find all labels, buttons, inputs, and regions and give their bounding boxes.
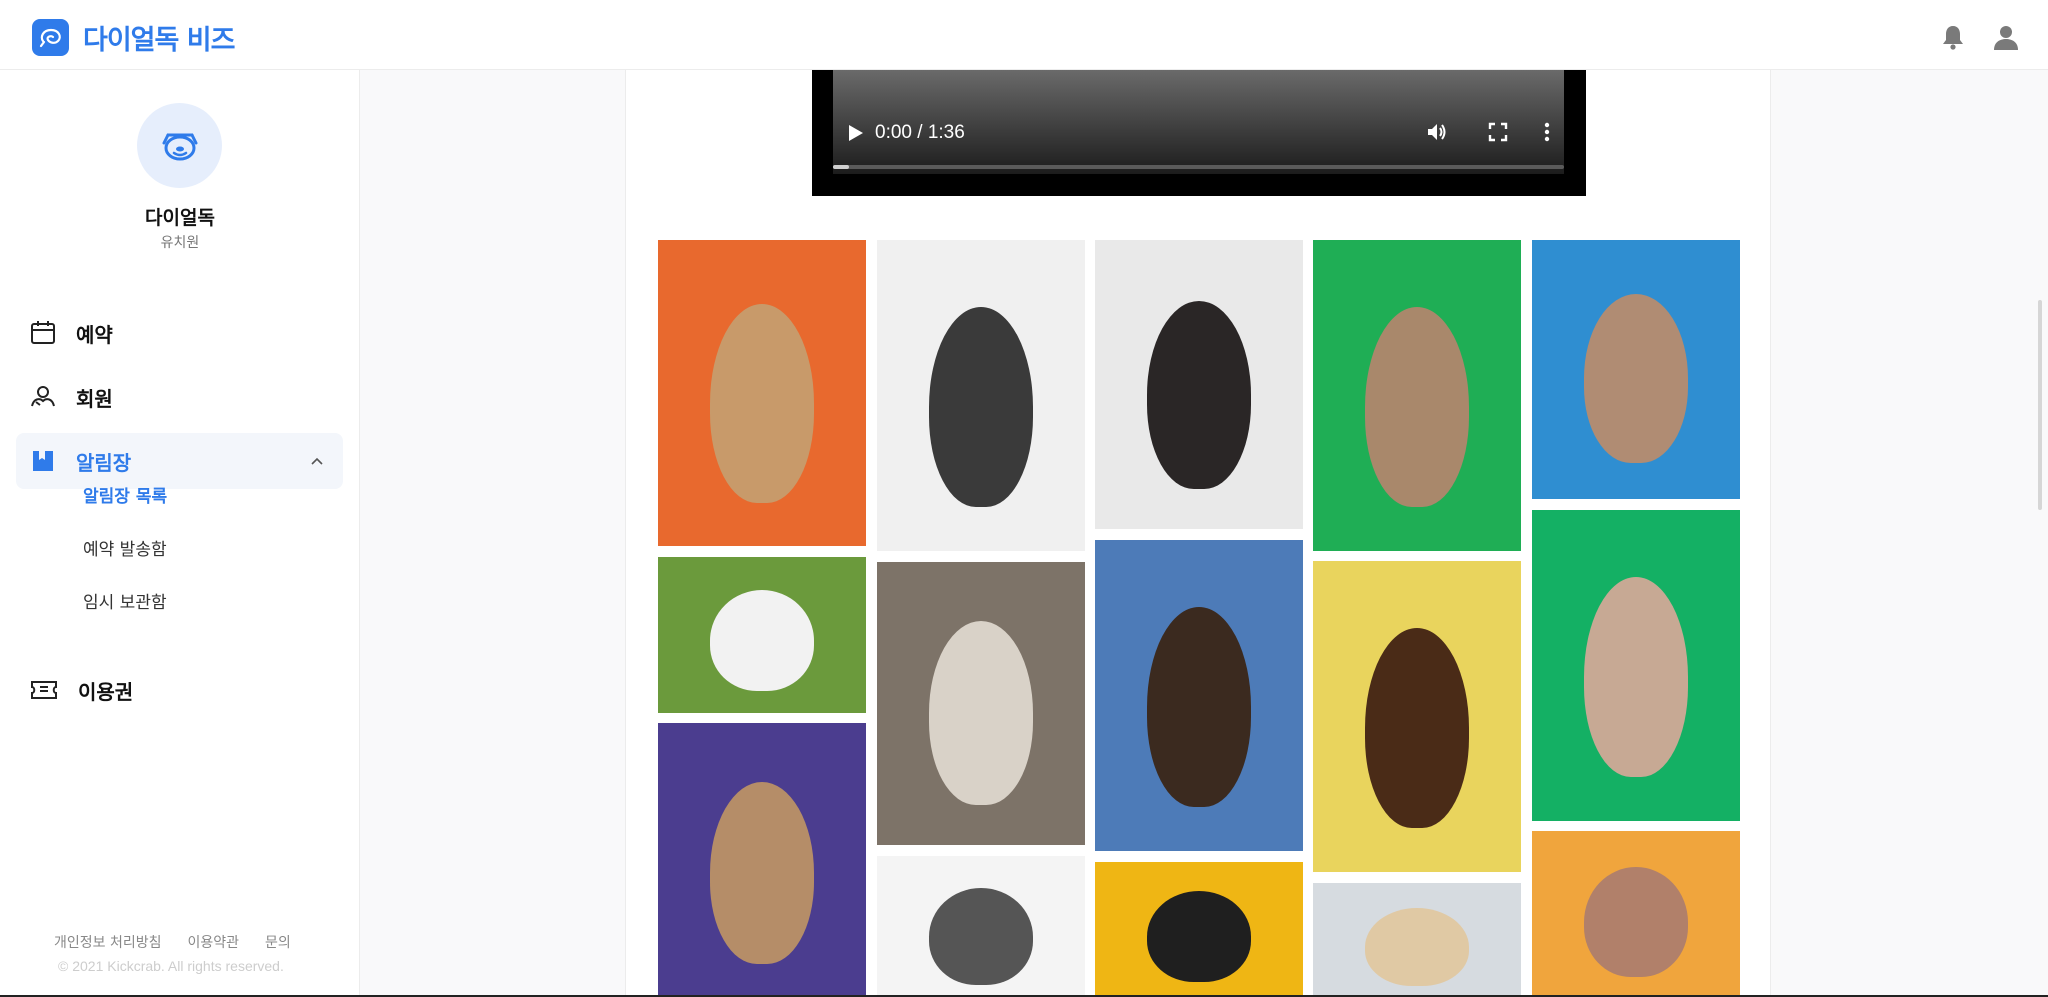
- gallery-photo[interactable]: [877, 562, 1085, 845]
- video-frame: 0:00 / 1:36: [833, 70, 1564, 174]
- members-icon: [31, 386, 55, 407]
- video-progress-fill: [833, 165, 849, 169]
- nav-item-notice[interactable]: 알림장: [16, 433, 343, 489]
- dog-figure: [1147, 891, 1251, 983]
- org-name: 다이얼독: [145, 207, 215, 229]
- gallery-photo[interactable]: [658, 723, 866, 997]
- nav-label-passes: 이용권: [78, 679, 134, 704]
- nav-item-reservation[interactable]: 예약: [16, 305, 343, 361]
- chevron-up-icon[interactable]: [309, 453, 325, 469]
- user-icon[interactable]: [1991, 22, 2021, 52]
- dog-figure: [710, 781, 814, 964]
- volume-icon[interactable]: [1425, 120, 1449, 144]
- more-options-icon[interactable]: [1543, 121, 1551, 143]
- dog-figure: [1147, 606, 1251, 807]
- gallery-photo[interactable]: [658, 557, 866, 713]
- logo[interactable]: 다이얼독 비즈: [32, 18, 235, 57]
- gallery-photo[interactable]: [1532, 831, 1740, 997]
- gallery-photo[interactable]: [658, 240, 866, 546]
- sub-item-scheduled-outbox[interactable]: 예약 발송함: [83, 535, 167, 560]
- dog-face-icon: [162, 133, 197, 160]
- dog-figure: [1365, 306, 1469, 507]
- gallery-photo[interactable]: [1313, 883, 1521, 997]
- scrollbar-thumb[interactable]: [2038, 300, 2042, 510]
- ticket-icon: [31, 681, 57, 699]
- sub-item-drafts[interactable]: 임시 보관함: [83, 588, 167, 613]
- dog-figure: [1584, 576, 1688, 777]
- nav-item-members[interactable]: 회원: [16, 369, 343, 425]
- video-player[interactable]: 0:00 / 1:36: [812, 70, 1586, 196]
- nav-item-passes[interactable]: 이용권: [16, 662, 343, 718]
- dog-figure: [1584, 294, 1688, 463]
- dog-figure: [710, 304, 814, 504]
- gallery-photo[interactable]: [1532, 510, 1740, 821]
- org-type: 유치원: [160, 235, 200, 251]
- bell-icon[interactable]: [1938, 22, 1968, 52]
- logo-icon: [32, 19, 69, 56]
- dog-figure: [1584, 866, 1688, 978]
- gallery-photo[interactable]: [1095, 540, 1303, 851]
- dog-figure: [1365, 908, 1469, 987]
- video-time: 0:00 / 1:36: [875, 122, 965, 143]
- gallery-photo[interactable]: [1095, 240, 1303, 529]
- sub-item-notice-list[interactable]: 알림장 목록: [83, 482, 167, 507]
- dog-figure: [929, 621, 1033, 806]
- contact-link[interactable]: 문의: [265, 932, 291, 952]
- privacy-link[interactable]: 개인정보 처리방침: [54, 932, 162, 952]
- dog-figure: [710, 589, 814, 692]
- dog-figure: [1147, 300, 1251, 489]
- nav-label-notice: 알림장: [76, 450, 132, 475]
- notebook-icon: [33, 451, 53, 471]
- video-progress-bar[interactable]: [833, 165, 1564, 169]
- terms-link[interactable]: 이용약관: [188, 932, 240, 952]
- gallery-photo[interactable]: [1313, 240, 1521, 551]
- gallery-photo[interactable]: [1532, 240, 1740, 499]
- dog-figure: [1365, 627, 1469, 828]
- top-header: 다이얼독 비즈: [0, 0, 2048, 70]
- calendar-icon: [31, 321, 55, 344]
- copyright: © 2021 Kickcrab. All rights reserved.: [58, 958, 284, 974]
- nav-label-members: 회원: [76, 386, 113, 411]
- dog-figure: [929, 306, 1033, 507]
- gallery-photo[interactable]: [877, 856, 1085, 997]
- gallery-photo[interactable]: [1095, 862, 1303, 997]
- footer-links: 개인정보 처리방침 이용약관 문의: [54, 932, 291, 952]
- nav-label-reservation: 예약: [76, 322, 113, 347]
- dog-figure: [929, 887, 1033, 985]
- logo-text: 다이얼독 비즈: [83, 25, 235, 56]
- gallery-photo[interactable]: [1313, 561, 1521, 872]
- sidebar: 다이얼독 유치원 예약 회원 알림장 알림장 목록 예약 발송함 임시 보관함 …: [0, 70, 360, 997]
- fullscreen-icon[interactable]: [1488, 122, 1508, 142]
- play-icon[interactable]: [847, 123, 865, 143]
- gallery-photo[interactable]: [877, 240, 1085, 551]
- avatar: [137, 103, 222, 188]
